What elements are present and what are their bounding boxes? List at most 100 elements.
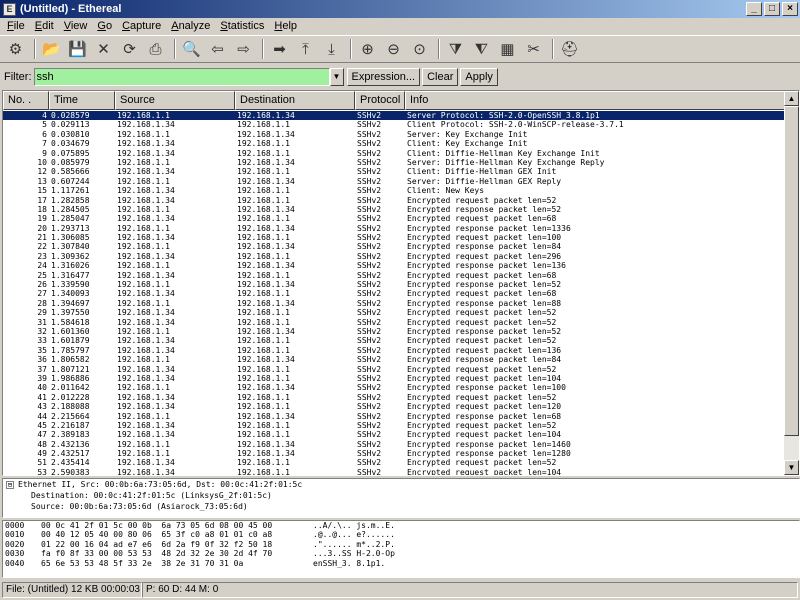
print-icon[interactable]: ⎙: [144, 38, 167, 60]
zoom-in-icon[interactable]: ⊕: [356, 38, 379, 60]
menu-help[interactable]: Help: [269, 20, 302, 32]
hex-line[interactable]: 0000 00 0c 41 2f 01 5c 00 0b 6a 73 05 6d …: [3, 521, 799, 530]
packet-row[interactable]: 33 1.601879 192.168.1.34 192.168.1.1 SSHv2 En…: [3, 336, 787, 345]
packet-row[interactable]: 39 1.986886 192.168.1.34 192.168.1.1 SSHv2 En…: [3, 374, 787, 383]
display-filters-icon[interactable]: ⧨: [470, 38, 493, 60]
packet-row[interactable]: 24 1.316026 192.168.1.1 192.168.1.34 SSHv2 En…: [3, 261, 787, 270]
packet-row[interactable]: 43 2.188088 192.168.1.34 192.168.1.1 SSHv2 En…: [3, 402, 787, 411]
packet-row[interactable]: 53 2.590383 192.168.1.34 192.168.1.1 SSHv2 En…: [3, 468, 787, 475]
packet-row[interactable]: 21 1.306085 192.168.1.34 192.168.1.1 SSHv2 En…: [3, 233, 787, 242]
detail-line-destination[interactable]: Destination: 00:0c:41:2f:01:5c (LinksysG…: [3, 490, 799, 501]
minimize-button[interactable]: _: [746, 2, 762, 16]
packet-row[interactable]: 4 0.028579 192.168.1.1 192.168.1.34 SSHv2 Ser…: [3, 111, 787, 121]
normal-size-icon[interactable]: ⊙: [408, 38, 431, 60]
hex-line[interactable]: 0010 00 40 12 05 40 00 80 06 65 3f c0 a8 …: [3, 530, 799, 539]
first-packet-icon[interactable]: ⤒: [294, 38, 317, 60]
preferences-icon[interactable]: ✂: [522, 38, 545, 60]
packet-row[interactable]: 48 2.432136 192.168.1.1 192.168.1.34 SSHv2 En…: [3, 440, 787, 449]
packet-row[interactable]: 37 1.807121 192.168.1.34 192.168.1.1 SSHv2 En…: [3, 365, 787, 374]
packet-row[interactable]: 25 1.316477 192.168.1.34 192.168.1.1 SSHv2 En…: [3, 271, 787, 280]
maximize-button[interactable]: □: [764, 2, 780, 16]
packet-row[interactable]: 5 0.029113 192.168.1.34 192.168.1.1 SSHv2 Cli…: [3, 120, 787, 129]
last-packet-icon[interactable]: ⤓: [320, 38, 343, 60]
expression-button[interactable]: Expression...: [346, 68, 421, 86]
hex-line[interactable]: 0030 fa f0 8f 33 00 00 53 53 48 2d 32 2e …: [3, 549, 799, 558]
menu-capture[interactable]: Capture: [117, 20, 166, 32]
column-header-source[interactable]: Source: [115, 91, 235, 110]
close-window-button[interactable]: ×: [782, 2, 798, 16]
hex-line[interactable]: 0040 65 6e 53 53 48 5f 33 2e 38 2e 31 70 …: [3, 559, 799, 568]
packet-row[interactable]: 40 2.011642 192.168.1.1 192.168.1.34 SSHv2 En…: [3, 383, 787, 392]
packet-row[interactable]: 51 2.435414 192.168.1.34 192.168.1.1 SSHv2 En…: [3, 458, 787, 467]
packet-row[interactable]: 31 1.584618 192.168.1.34 192.168.1.1 SSHv2 En…: [3, 318, 787, 327]
menu-edit[interactable]: Edit: [30, 20, 59, 32]
packet-no-cell: 5: [42, 120, 47, 130]
forward-icon[interactable]: ⇨: [232, 38, 255, 60]
packet-row[interactable]: 9 0.075895 192.168.1.34 192.168.1.1 SSHv2 Cli…: [3, 149, 787, 158]
goto-packet-icon[interactable]: ➡: [268, 38, 291, 60]
capture-filters-icon[interactable]: ⧩: [444, 38, 467, 60]
packet-list-pane[interactable]: No. . Time Source Destination Protocol I…: [2, 90, 800, 476]
packet-row[interactable]: 22 1.307840 192.168.1.1 192.168.1.34 SSHv2 En…: [3, 242, 787, 251]
packet-row[interactable]: 15 1.117261 192.168.1.34 192.168.1.1 SSHv2 Cl…: [3, 186, 787, 195]
packet-row[interactable]: 10 0.085979 192.168.1.1 192.168.1.34 SSHv2 Se…: [3, 158, 787, 167]
packet-row[interactable]: 6 0.030810 192.168.1.1 192.168.1.34 SSHv2 Ser…: [3, 130, 787, 139]
filter-input[interactable]: [33, 68, 330, 86]
back-icon[interactable]: ⇦: [206, 38, 229, 60]
packet-row[interactable]: 20 1.293713 192.168.1.1 192.168.1.34 SSHv2 En…: [3, 224, 787, 233]
column-header-no[interactable]: No. .: [3, 91, 49, 110]
close-icon[interactable]: ✕: [92, 38, 115, 60]
help-icon[interactable]: ⛑: [558, 38, 581, 60]
zoom-out-icon[interactable]: ⊖: [382, 38, 405, 60]
packet-row[interactable]: 17 1.282858 192.168.1.34 192.168.1.1 SSHv2 En…: [3, 196, 787, 205]
packet-row[interactable]: 23 1.309362 192.168.1.34 192.168.1.1 SSHv2 En…: [3, 252, 787, 261]
packet-row[interactable]: 19 1.285047 192.168.1.34 192.168.1.1 SSHv2 En…: [3, 214, 787, 223]
reload-icon[interactable]: ⟳: [118, 38, 141, 60]
column-header-info[interactable]: Info: [405, 91, 787, 110]
packet-row[interactable]: 13 0.607244 192.168.1.1 192.168.1.34 SSHv2 Se…: [3, 177, 787, 186]
packet-row[interactable]: 47 2.389183 192.168.1.34 192.168.1.1 SSHv2 En…: [3, 430, 787, 439]
hex-dump-pane[interactable]: 0000 00 0c 41 2f 01 5c 00 0b 6a 73 05 6d …: [2, 520, 800, 578]
menu-analyze[interactable]: Analyze: [166, 20, 215, 32]
menu-file[interactable]: File: [2, 20, 30, 32]
packet-row[interactable]: 32 1.601360 192.168.1.1 192.168.1.34 SSHv2 En…: [3, 327, 787, 336]
packet-row[interactable]: 26 1.339590 192.168.1.1 192.168.1.34 SSHv2 En…: [3, 280, 787, 289]
packet-row[interactable]: 45 2.216187 192.168.1.34 192.168.1.1 SSHv2 En…: [3, 421, 787, 430]
column-header-time[interactable]: Time: [49, 91, 115, 110]
packet-row[interactable]: 36 1.806582 192.168.1.1 192.168.1.34 SSHv2 En…: [3, 355, 787, 364]
open-file-icon[interactable]: 📂: [40, 38, 63, 60]
coloring-rules-icon[interactable]: ▦: [496, 38, 519, 60]
menu-view[interactable]: View: [59, 20, 93, 32]
packet-row[interactable]: 41 2.012228 192.168.1.34 192.168.1.1 SSHv2 En…: [3, 393, 787, 402]
find-icon[interactable]: 🔍: [180, 38, 203, 60]
menu-statistics[interactable]: Statistics: [215, 20, 269, 32]
scroll-down-button[interactable]: ▼: [784, 460, 799, 475]
packet-list-scrollbar[interactable]: ▲ ▼: [784, 91, 799, 475]
detail-line-source[interactable]: Source: 00:0b:6a:73:05:6d (Asiarock_73:0…: [3, 501, 799, 512]
packet-info-cell: Encrypted response packet len=100: [407, 383, 566, 393]
packet-row[interactable]: 35 1.785797 192.168.1.34 192.168.1.1 SSHv2 En…: [3, 346, 787, 355]
interface-list-icon[interactable]: ⚙: [4, 38, 27, 60]
detail-line-ethernet[interactable]: ⊟ Ethernet II, Src: 00:0b:6a:73:05:6d, Ds…: [3, 479, 799, 490]
packet-row[interactable]: 28 1.394697 192.168.1.1 192.168.1.34 SSHv2 En…: [3, 299, 787, 308]
clear-button[interactable]: Clear: [422, 68, 459, 86]
packet-row[interactable]: 49 2.432517 192.168.1.1 192.168.1.34 SSHv2 En…: [3, 449, 787, 458]
packet-row[interactable]: 44 2.215664 192.168.1.1 192.168.1.34 SSHv2 En…: [3, 412, 787, 421]
column-header-protocol[interactable]: Protocol: [355, 91, 405, 110]
apply-button[interactable]: Apply: [460, 68, 498, 86]
packet-row[interactable]: 29 1.397550 192.168.1.34 192.168.1.1 SSHv2 En…: [3, 308, 787, 317]
hex-line[interactable]: 0020 01 22 00 16 04 ad e7 e6 6d 2a f9 0f …: [3, 540, 799, 549]
packet-details-pane[interactable]: ⊟ Ethernet II, Src: 00:0b:6a:73:05:6d, Ds…: [2, 478, 800, 518]
menu-go[interactable]: Go: [92, 20, 117, 32]
filter-dropdown-button[interactable]: ▼: [329, 68, 344, 86]
packet-info-cell: Encrypted request packet len=68: [407, 214, 557, 224]
scroll-thumb[interactable]: [784, 106, 799, 436]
packet-row[interactable]: 18 1.284505 192.168.1.1 192.168.1.34 SSHv2 En…: [3, 205, 787, 214]
packet-row[interactable]: 12 0.585666 192.168.1.34 192.168.1.1 SSHv2 Cl…: [3, 167, 787, 176]
scroll-up-button[interactable]: ▲: [784, 91, 799, 106]
packet-row[interactable]: 27 1.340093 192.168.1.34 192.168.1.1 SSHv2 En…: [3, 289, 787, 298]
packet-row[interactable]: 7 0.034679 192.168.1.34 192.168.1.1 SSHv2 Cli…: [3, 139, 787, 148]
save-icon[interactable]: 💾: [66, 38, 89, 60]
column-header-destination[interactable]: Destination: [235, 91, 355, 110]
collapse-icon[interactable]: ⊟: [6, 480, 14, 489]
